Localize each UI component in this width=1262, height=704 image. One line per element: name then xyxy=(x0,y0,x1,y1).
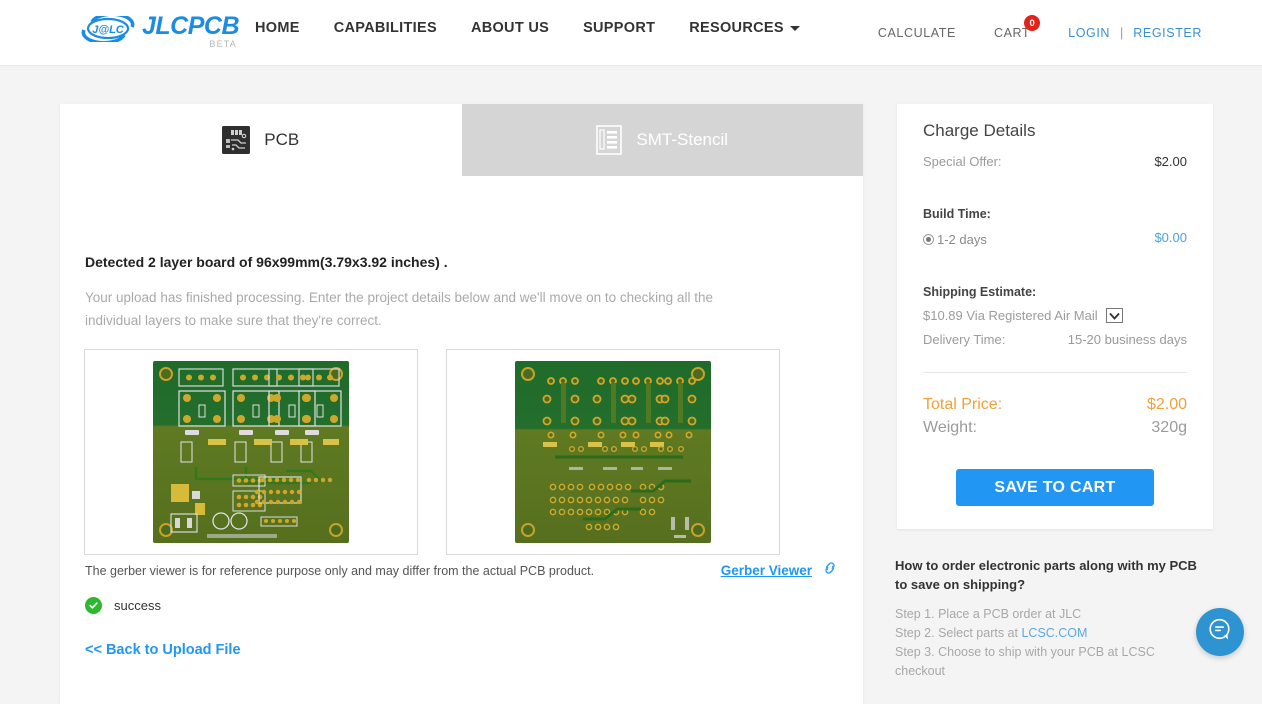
pcb-bottom-preview[interactable] xyxy=(446,349,780,555)
tab-label: PCB xyxy=(264,130,300,149)
pcb-board-icon xyxy=(222,126,251,154)
delivery-time-row: Delivery Time: 15-20 business days xyxy=(923,332,1187,347)
pcb-top-preview[interactable] xyxy=(84,349,418,555)
charge-details-panel: Charge Details Special Offer: $2.00 Buil… xyxy=(897,104,1213,529)
site-logo[interactable]: J@LC JLCPCB BETA xyxy=(80,12,240,49)
delivery-time-value: 15-20 business days xyxy=(1067,332,1187,347)
gerber-viewer-link[interactable]: Gerber Viewer xyxy=(721,563,812,578)
nav-item-resources[interactable]: RESOURCES xyxy=(689,20,800,36)
build-time-option-label: 1-2 days xyxy=(937,232,987,247)
register-link[interactable]: REGISTER xyxy=(1133,26,1202,40)
jlc-logo-mark-icon: J@LC xyxy=(80,16,138,42)
nav-label: HOME xyxy=(255,20,300,36)
logo-wordmark: JLCPCB xyxy=(142,12,240,40)
upload-status: success xyxy=(85,597,161,614)
pcb-top-layer-image xyxy=(153,361,349,543)
gerber-viewer-link-group[interactable]: Gerber Viewer xyxy=(721,560,838,581)
total-price-row: Total Price: $2.00 xyxy=(923,396,1187,414)
weight-row: Weight: 320g xyxy=(923,419,1187,437)
shipping-estimate-label: Shipping Estimate: xyxy=(923,285,1037,299)
stencil-icon xyxy=(596,125,623,155)
calculate-link[interactable]: CALCULATE xyxy=(878,26,956,40)
nav-item-about-us[interactable]: ABOUT US xyxy=(471,20,549,36)
processing-note: Your upload has finished processing. Ent… xyxy=(85,290,713,328)
special-offer-value: $2.00 xyxy=(1154,154,1187,169)
panel-divider xyxy=(923,372,1187,373)
success-check-icon xyxy=(85,597,102,614)
panel-title: Charge Details xyxy=(923,121,1036,140)
order-form-card: PCB SMT-Stencil Detected 2 layer board o… xyxy=(60,104,863,704)
build-time-radio[interactable] xyxy=(923,234,934,245)
total-block: Total Price: $2.00 Weight: 320g xyxy=(923,396,1187,442)
nav-label: SUPPORT xyxy=(583,20,656,36)
login-link[interactable]: LOGIN xyxy=(1068,26,1110,40)
help-title: How to order electronic parts along with… xyxy=(895,558,1197,592)
chevron-down-icon xyxy=(789,25,800,31)
pcb-bottom-layer-image xyxy=(515,361,711,543)
nav-label: CAPABILITIES xyxy=(333,20,437,36)
lcsc-link[interactable]: LCSC.COM xyxy=(1021,626,1087,640)
tab-label: SMT-Stencil xyxy=(636,130,729,149)
chevron-down-icon xyxy=(1108,312,1120,320)
link-chain-icon xyxy=(822,560,838,581)
tab-smt-stencil[interactable]: SMT-Stencil xyxy=(461,104,863,176)
cart-link[interactable]: CART 0 xyxy=(993,15,1041,42)
save-to-cart-button[interactable]: SAVE TO CART xyxy=(956,469,1154,506)
build-time-label: Build Time: xyxy=(923,207,991,221)
logo-beta-tag: BETA xyxy=(209,39,238,49)
site-header: J@LC JLCPCB BETA HOME CAPABILITIES ABOUT… xyxy=(0,0,1262,66)
svg-text:J@LC: J@LC xyxy=(92,24,125,36)
build-time-price: $0.00 xyxy=(1154,230,1187,245)
weight-label: Weight: xyxy=(923,419,977,436)
help-step-1: Step 1. Place a PCB order at JLC xyxy=(895,607,1082,621)
shipping-method-dropdown[interactable] xyxy=(1105,308,1123,323)
gerber-preview-row xyxy=(84,349,780,555)
chat-support-button[interactable] xyxy=(1196,608,1244,656)
tab-pcb[interactable]: PCB xyxy=(60,104,462,176)
nav-label: ABOUT US xyxy=(470,20,550,36)
help-step-2: Step 2. Select parts at LCSC.COM xyxy=(895,624,1205,643)
gerber-disclaimer: The gerber viewer is for reference purpo… xyxy=(85,563,595,578)
gerber-viewer-row: The gerber viewer is for reference purpo… xyxy=(85,560,838,581)
help-step-2-text: Step 2. Select parts at xyxy=(895,626,1022,640)
delivery-time-label: Delivery Time: xyxy=(923,332,1006,347)
weight-value: 320g xyxy=(1151,419,1187,436)
build-time-row[interactable]: 1-2 days $0.00 xyxy=(923,230,1187,247)
nav-item-capabilities[interactable]: CAPABILITIES xyxy=(334,20,437,36)
shipping-method-value: $10.89 Via Registered Air Mail xyxy=(923,308,1098,323)
total-price-label: Total Price: xyxy=(923,396,1003,413)
help-section: How to order electronic parts along with… xyxy=(895,556,1205,681)
special-offer-label: Special Offer: xyxy=(923,154,1002,169)
detected-board-text: Detected 2 layer board of 96x99mm(3.79x3… xyxy=(85,254,448,270)
status-badge: success xyxy=(114,598,161,613)
product-tabs: PCB SMT-Stencil xyxy=(60,104,863,176)
auth-separator: | xyxy=(1120,26,1124,40)
main-navigation: HOME CAPABILITIES ABOUT US SUPPORT RESOU… xyxy=(255,20,800,36)
total-price-value: $2.00 xyxy=(1146,396,1187,413)
utility-navigation: CALCULATE CART 0 LOGIN | REGISTER xyxy=(878,15,1202,42)
cart-label: CART xyxy=(993,26,1031,40)
nav-item-support[interactable]: SUPPORT xyxy=(583,20,655,36)
nav-label: RESOURCES xyxy=(689,20,784,36)
help-step-3: Step 3. Choose to ship with your PCB at … xyxy=(895,645,1155,678)
special-offer-row: Special Offer: $2.00 xyxy=(923,154,1187,169)
chat-bubble-icon xyxy=(1207,617,1233,648)
nav-item-home[interactable]: HOME xyxy=(255,20,300,36)
shipping-method-row[interactable]: $10.89 Via Registered Air Mail xyxy=(923,308,1187,323)
cart-count-badge: 0 xyxy=(1024,15,1041,31)
back-to-upload-link[interactable]: << Back to Upload File xyxy=(85,642,241,658)
